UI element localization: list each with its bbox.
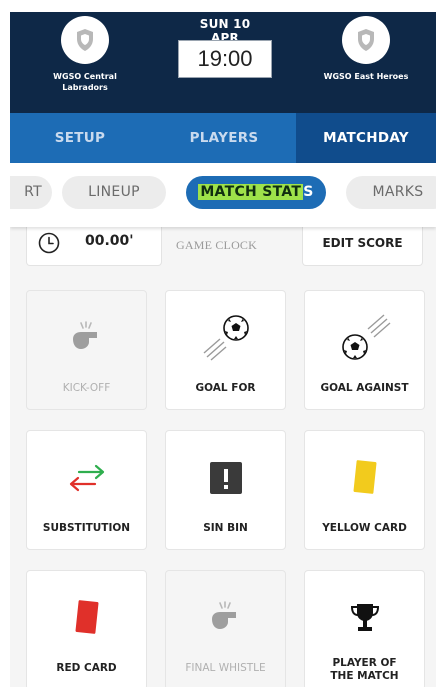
goal-against-label: GOAL AGAINST [320, 382, 409, 394]
sin-bin-button[interactable]: SIN BIN [165, 430, 286, 550]
matchday-sub-tabs: RT LINEUP MATCH STAT S MARKS [10, 163, 436, 227]
substitution-label: SUBSTITUTION [42, 522, 131, 534]
goal-for-button[interactable]: GOAL FOR [165, 290, 286, 410]
whistle-icon [72, 321, 97, 349]
trophy-icon [350, 604, 379, 631]
sub-tab-report[interactable]: RT [10, 176, 52, 209]
sin-bin-label: SIN BIN [203, 522, 248, 534]
match-stats-rest-text: S [303, 184, 314, 200]
away-team[interactable]: WGSO East Heroes [296, 16, 436, 82]
home-team-name: WGSO Central Labradors [53, 72, 117, 92]
final-whistle-label: FINAL WHISTLE [185, 662, 266, 674]
away-team-badge [342, 16, 390, 64]
goal-for-label: GOAL FOR [195, 382, 256, 394]
match-time[interactable]: 19:00 [178, 40, 272, 78]
player-of-the-match-button[interactable]: PLAYER OF THE MATCH [304, 570, 425, 687]
yellow-card-button[interactable]: YELLOW CARD [304, 430, 425, 550]
app-window: WGSO Central Labradors SUN 10 APR 19:00 … [10, 12, 436, 687]
main-nav-tabs: SETUP PLAYERS MATCHDAY [10, 113, 436, 163]
clock-icon [38, 232, 60, 254]
shield-icon [77, 29, 93, 51]
home-team[interactable]: WGSO Central Labradors [10, 16, 160, 93]
home-team-badge [61, 16, 109, 64]
kick-off-button: KICK-OFF [26, 290, 147, 410]
tab-matchday[interactable]: MATCHDAY [296, 113, 436, 163]
sub-tab-lineup[interactable]: LINEUP [62, 176, 166, 209]
ball-out-icon [341, 314, 390, 360]
whistle-icon [211, 601, 236, 629]
tab-players[interactable]: PLAYERS [152, 113, 296, 163]
swap-arrows-icon [69, 464, 104, 492]
match-stats-highlighted-text: MATCH STAT [198, 184, 304, 200]
exclamation-box-icon [209, 462, 242, 494]
match-header: WGSO Central Labradors SUN 10 APR 19:00 … [10, 12, 436, 113]
ball-in-icon [203, 315, 249, 361]
goal-against-button[interactable]: GOAL AGAINST [304, 290, 425, 410]
tab-setup[interactable]: SETUP [10, 113, 150, 163]
yellow-card-label: YELLOW CARD [322, 522, 407, 534]
game-clock-value: 00.00' [85, 233, 134, 249]
kick-off-label: KICK-OFF [62, 382, 111, 394]
away-team-name: WGSO East Heroes [323, 72, 409, 81]
red-card-icon [75, 600, 98, 634]
yellow-card-icon [353, 460, 376, 494]
player-of-the-match-label: PLAYER OF THE MATCH [330, 657, 399, 682]
sub-tab-match-stats[interactable]: MATCH STAT S [186, 176, 326, 209]
substitution-button[interactable]: SUBSTITUTION [26, 430, 147, 550]
sub-tab-marks[interactable]: MARKS [346, 176, 436, 209]
red-card-label: RED CARD [56, 662, 117, 674]
shield-icon [358, 29, 374, 51]
final-whistle-button: FINAL WHISTLE [165, 570, 286, 687]
game-clock-label: GAME CLOCK [176, 238, 258, 252]
screen: WGSO Central Labradors SUN 10 APR 19:00 … [0, 0, 436, 687]
red-card-button[interactable]: RED CARD [26, 570, 147, 687]
